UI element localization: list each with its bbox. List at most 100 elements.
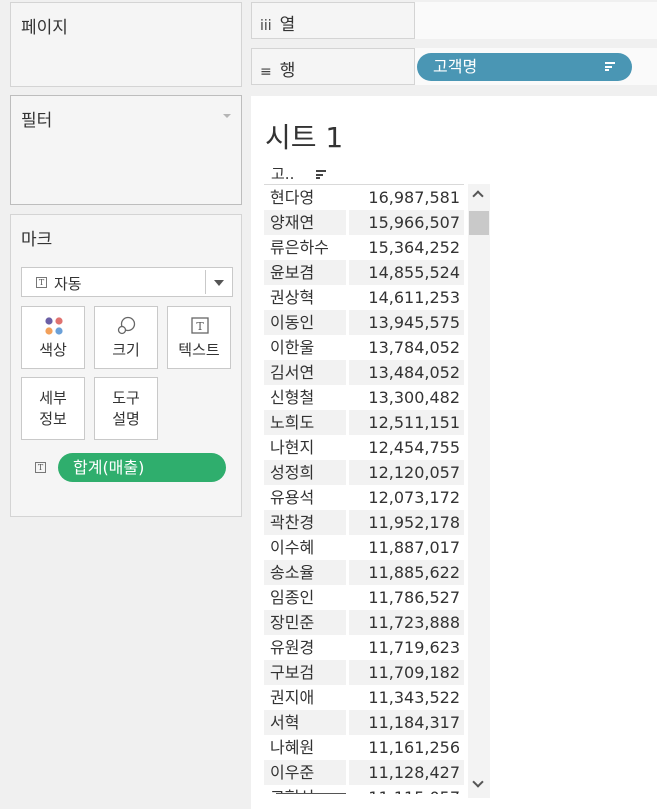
sales-value-cell[interactable]: 11,723,888 xyxy=(348,610,464,635)
rows-icon: ≡ xyxy=(260,64,272,80)
sales-value-cell[interactable]: 12,073,172 xyxy=(348,485,464,510)
customer-name-cell[interactable]: 노희도 xyxy=(264,410,348,435)
size-card[interactable]: 크기 xyxy=(94,306,158,369)
customer-name-cell[interactable]: 이한울 xyxy=(264,335,348,360)
sort-descending-icon[interactable] xyxy=(316,170,326,179)
sales-value-cell[interactable]: 11,343,522 xyxy=(348,685,464,710)
customer-name-cell[interactable]: 신형철 xyxy=(264,385,348,410)
customer-name-cell[interactable]: 장민준 xyxy=(264,610,348,635)
sales-value-cell[interactable]: 12,120,057 xyxy=(348,460,464,485)
sales-value-cell[interactable]: 15,966,507 xyxy=(348,210,464,235)
sales-value-cell[interactable]: 11,786,527 xyxy=(348,585,464,610)
table-row[interactable]: 이동인 13,945,575 xyxy=(264,310,464,335)
table-row[interactable]: 유용석 12,073,172 xyxy=(264,485,464,510)
table-row[interactable]: 유원경 11,719,623 xyxy=(264,635,464,660)
table-row[interactable]: 곽찬경 11,952,178 xyxy=(264,510,464,535)
table-row[interactable]: 권지애 11,343,522 xyxy=(264,685,464,710)
sales-value-cell[interactable]: 11,161,256 xyxy=(348,735,464,760)
pages-panel[interactable]: 페이지 xyxy=(10,2,242,87)
table-row[interactable]: 송소율 11,885,622 xyxy=(264,560,464,585)
sales-value-cell[interactable]: 14,611,253 xyxy=(348,285,464,310)
filters-panel[interactable]: 필터 xyxy=(10,95,242,205)
sheet-title[interactable]: 시트 1 xyxy=(265,116,343,156)
sales-value-cell[interactable]: 14,855,524 xyxy=(348,260,464,285)
sales-value-cell[interactable]: 11,128,427 xyxy=(348,760,464,785)
customer-name-cell[interactable]: 유용석 xyxy=(264,485,348,510)
sort-descending-icon[interactable] xyxy=(605,62,615,71)
table-row[interactable]: 노희도 12,511,151 xyxy=(264,410,464,435)
customer-name-cell[interactable]: 권상혁 xyxy=(264,285,348,310)
scroll-up-icon[interactable] xyxy=(472,190,484,202)
customer-name-cell[interactable]: 임종인 xyxy=(264,585,348,610)
table-row[interactable]: 현다영 16,987,581 xyxy=(264,185,464,210)
sales-value-cell[interactable]: 13,300,482 xyxy=(348,385,464,410)
table-row[interactable]: 성정희 12,120,057 xyxy=(264,460,464,485)
table-row[interactable]: 김서연 13,484,052 xyxy=(264,360,464,385)
table-row[interactable]: 류은하수 15,364,252 xyxy=(264,235,464,260)
table-row[interactable]: 양재연 15,966,507 xyxy=(264,210,464,235)
table-row[interactable]: 나현지 12,454,755 xyxy=(264,435,464,460)
color-card[interactable]: 색상 xyxy=(21,306,85,369)
sales-value-cell[interactable]: 11,885,622 xyxy=(348,560,464,585)
vertical-scrollbar[interactable] xyxy=(468,184,490,798)
sales-value-cell[interactable]: 11,719,623 xyxy=(348,635,464,660)
customer-name-cell[interactable]: 양재연 xyxy=(264,210,348,235)
tooltip-card-label-1: 도구 xyxy=(112,389,140,407)
sales-value-cell[interactable]: 12,511,151 xyxy=(348,410,464,435)
table-row[interactable]: 임종인 11,786,527 xyxy=(264,585,464,610)
table-row[interactable]: 구보검 11,709,182 xyxy=(264,660,464,685)
customer-name-cell[interactable]: 나혜원 xyxy=(264,735,348,760)
customer-name-cell[interactable]: 성정희 xyxy=(264,460,348,485)
sales-value-cell[interactable]: 11,709,182 xyxy=(348,660,464,685)
table-row[interactable]: 서혁 11,184,317 xyxy=(264,710,464,735)
sum-sales-pill[interactable]: 합계(매출) xyxy=(58,453,226,482)
customer-name-cell[interactable]: 서혁 xyxy=(264,710,348,735)
tooltip-card[interactable]: 도구 설명 xyxy=(94,377,158,440)
table-row[interactable]: 이우준 11,128,427 xyxy=(264,760,464,785)
marks-panel-title: 마크 xyxy=(21,230,53,250)
sales-value-cell[interactable]: 11,887,017 xyxy=(348,535,464,560)
customer-name-cell[interactable]: 이동인 xyxy=(264,310,348,335)
sales-value-cell[interactable]: 11,184,317 xyxy=(348,710,464,735)
columns-drop-zone[interactable] xyxy=(414,2,657,39)
sales-value-cell[interactable]: 13,784,052 xyxy=(348,335,464,360)
table-row[interactable]: 나혜원 11,161,256 xyxy=(264,735,464,760)
columns-shelf: iii 열 xyxy=(251,2,657,39)
customer-name-cell[interactable]: 이수혜 xyxy=(264,535,348,560)
sales-value-cell[interactable]: 11,952,178 xyxy=(348,510,464,535)
cell-gap xyxy=(346,385,349,410)
mark-type-dropdown[interactable]: T 자동 xyxy=(21,267,233,297)
customer-name-cell[interactable]: 이우준 xyxy=(264,760,348,785)
customer-name-cell[interactable]: 송소율 xyxy=(264,560,348,585)
customer-name-cell[interactable]: 윤보겸 xyxy=(264,260,348,285)
customer-name-cell[interactable]: 곽찬경 xyxy=(264,510,348,535)
sales-value-cell[interactable]: 13,484,052 xyxy=(348,360,464,385)
sales-value-cell[interactable]: 11,115,057 xyxy=(348,785,464,794)
customer-name-pill[interactable]: 고객명 xyxy=(417,53,632,81)
sales-value-cell[interactable]: 15,364,252 xyxy=(348,235,464,260)
detail-card[interactable]: 세부 정보 xyxy=(21,377,85,440)
table-row[interactable]: 권상혁 14,611,253 xyxy=(264,285,464,310)
text-card[interactable]: T 텍스트 xyxy=(167,306,231,369)
table-row[interactable]: 이수혜 11,887,017 xyxy=(264,535,464,560)
chevron-down-icon[interactable] xyxy=(214,280,224,286)
scroll-down-icon[interactable] xyxy=(472,776,484,788)
customer-name-cell[interactable]: 현다영 xyxy=(264,185,348,210)
customer-name-cell[interactable]: 김서연 xyxy=(264,360,348,385)
cell-gap xyxy=(346,435,349,460)
table-row[interactable]: 이한울 13,784,052 xyxy=(264,335,464,360)
customer-name-cell[interactable]: 구보검 xyxy=(264,660,348,685)
customer-name-cell[interactable]: 유원경 xyxy=(264,635,348,660)
customer-name-cell[interactable]: 권지애 xyxy=(264,685,348,710)
sales-value-cell[interactable]: 13,945,575 xyxy=(348,310,464,335)
customer-name-cell[interactable]: 류은하수 xyxy=(264,235,348,260)
sales-value-cell[interactable]: 16,987,581 xyxy=(348,185,464,210)
scroll-thumb[interactable] xyxy=(469,211,489,235)
column-header[interactable]: 고.. xyxy=(271,163,294,184)
customer-name-cell[interactable]: 나현지 xyxy=(264,435,348,460)
filters-menu-icon[interactable] xyxy=(223,114,231,118)
table-row[interactable]: 신형철 13,300,482 xyxy=(264,385,464,410)
table-row[interactable]: 윤보겸 14,855,524 xyxy=(264,260,464,285)
table-row[interactable]: 장민준 11,723,888 xyxy=(264,610,464,635)
sales-value-cell[interactable]: 12,454,755 xyxy=(348,435,464,460)
